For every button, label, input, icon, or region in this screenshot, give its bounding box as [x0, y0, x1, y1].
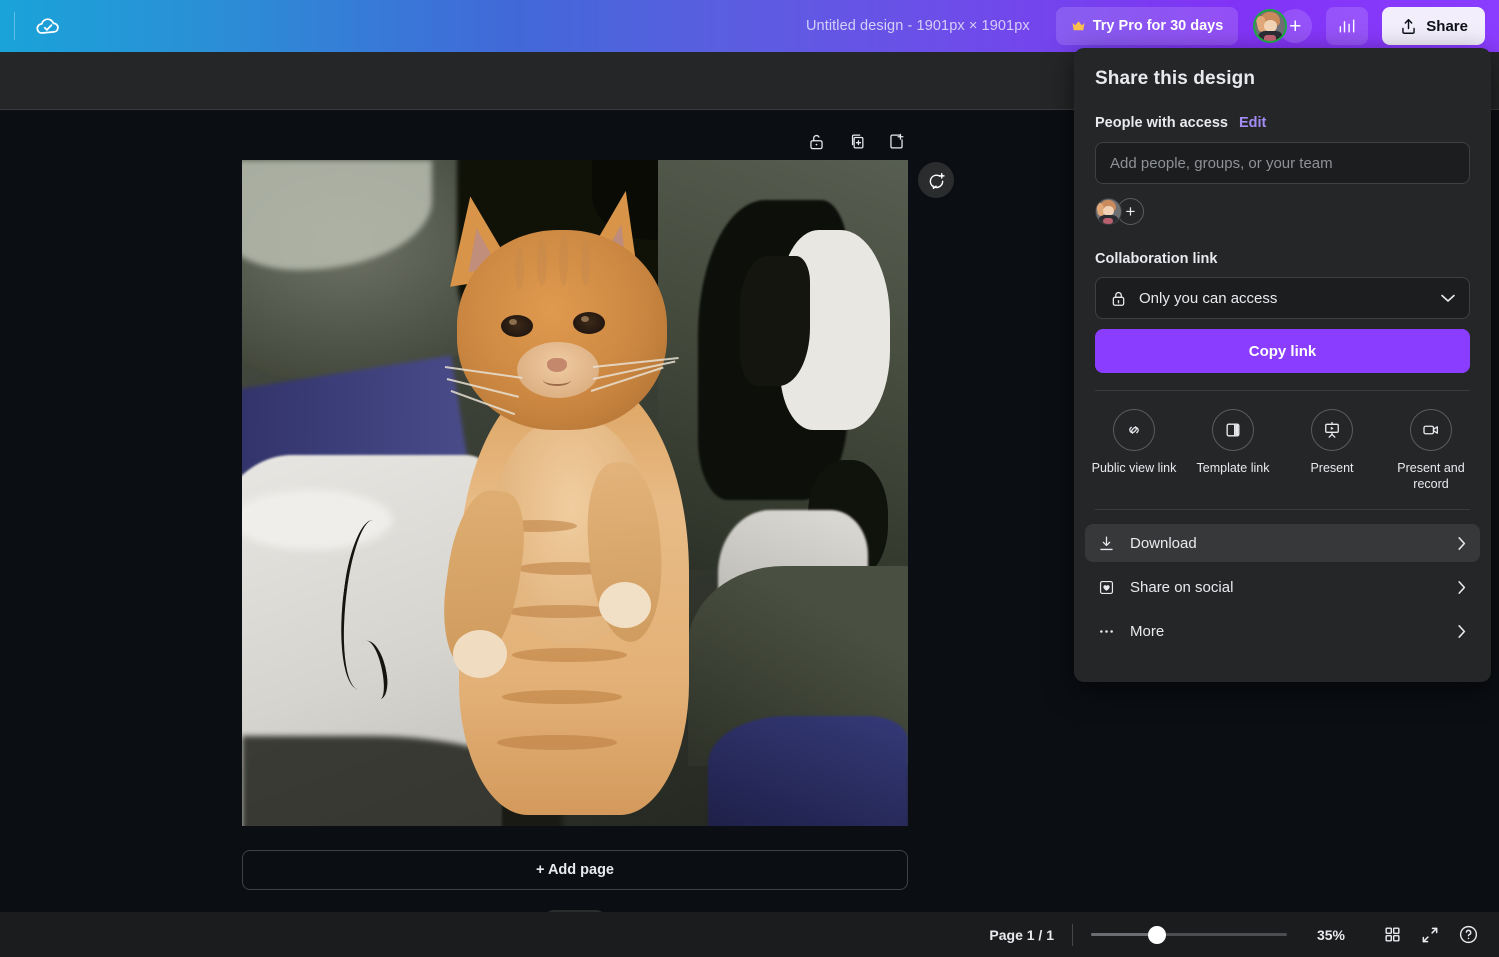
access-avatars: +: [1095, 198, 1470, 225]
action-label: Present: [1310, 461, 1354, 475]
menu-item-more[interactable]: More: [1085, 612, 1480, 650]
add-page-icon[interactable]: [885, 130, 907, 152]
share-panel-title: Share this design: [1095, 68, 1256, 89]
people-with-access-label: People with access: [1095, 115, 1228, 131]
action-public-view-link[interactable]: Public view link: [1088, 409, 1180, 492]
document-title[interactable]: Untitled design - 1901px × 1901px: [806, 18, 1030, 34]
avatar-image: [1255, 11, 1285, 41]
menu-item-label: Download: [1130, 534, 1197, 552]
grid-view-button[interactable]: [1373, 918, 1411, 952]
add-people-input[interactable]: Add people, groups, or your team: [1095, 142, 1470, 184]
people-with-access-row: People with access Edit: [1095, 115, 1470, 131]
add-comment-button[interactable]: [918, 162, 954, 198]
action-template-link[interactable]: Template link: [1187, 409, 1279, 492]
zoom-slider-knob[interactable]: [1147, 925, 1166, 944]
bottom-status-bar: Page 1 / 1 35%: [0, 912, 1499, 957]
grid-view-icon: [1383, 925, 1402, 944]
kitten-subject: [417, 184, 747, 826]
access-level-value: Only you can access: [1139, 289, 1278, 307]
canva-editor-window: Untitled design - 1901px × 1901px Try Pr…: [0, 0, 1499, 957]
share-button[interactable]: Share: [1382, 7, 1485, 45]
lock-icon: [1109, 289, 1128, 308]
add-people-placeholder: Add people, groups, or your team: [1110, 154, 1333, 172]
collaborator-avatars: +: [1253, 8, 1313, 44]
bar-chart-icon: [1337, 16, 1357, 36]
add-comment-icon: [926, 170, 947, 191]
collaboration-link-label: Collaboration link: [1095, 251, 1218, 267]
cloud-check-icon[interactable]: [35, 13, 61, 39]
template-icon: [1212, 409, 1254, 451]
orange-kitten-photo: [242, 160, 908, 826]
action-label: Present and record: [1397, 461, 1465, 491]
zoom-level-value[interactable]: 35%: [1303, 927, 1359, 943]
share-menu-list: Download Share on social More: [1074, 510, 1491, 650]
action-present-and-record[interactable]: Present and record: [1385, 409, 1477, 492]
duplicate-page-icon[interactable]: [845, 130, 867, 152]
link-icon: [1113, 409, 1155, 451]
download-icon: [1097, 534, 1116, 553]
crown-icon: [1071, 20, 1086, 32]
zoom-slider-fill: [1091, 933, 1156, 936]
share-upload-icon: [1399, 17, 1418, 36]
more-dots-icon: [1097, 622, 1116, 641]
fullscreen-button[interactable]: [1411, 918, 1449, 952]
footer-divider: [1072, 923, 1073, 946]
page-indicator[interactable]: Page 1 / 1: [989, 927, 1054, 943]
record-video-icon: [1410, 409, 1452, 451]
share-panel-body: Share this design People with access Edi…: [1074, 48, 1491, 373]
copy-link-button[interactable]: Copy link: [1095, 329, 1470, 373]
lock-icon[interactable]: [805, 130, 827, 152]
action-label: Public view link: [1091, 461, 1177, 475]
action-label: Template link: [1196, 461, 1270, 475]
header-divider: [14, 12, 15, 40]
share-actions-row: Public view link Template link Present P…: [1074, 391, 1491, 492]
share-panel: Share this design People with access Edi…: [1074, 48, 1491, 682]
menu-item-label: More: [1130, 622, 1165, 640]
insights-button[interactable]: [1326, 7, 1369, 45]
page-tools: [805, 130, 907, 152]
try-pro-label: Try Pro for 30 days: [1092, 18, 1224, 34]
avatar[interactable]: [1095, 198, 1122, 225]
try-pro-button[interactable]: Try Pro for 30 days: [1055, 7, 1239, 45]
top-header-bar: Untitled design - 1901px × 1901px Try Pr…: [0, 0, 1499, 52]
share-label: Share: [1426, 17, 1468, 35]
chevron-right-icon: [1457, 536, 1467, 551]
header-left-group: [0, 12, 61, 40]
chevron-right-icon: [1457, 624, 1467, 639]
present-icon: [1311, 409, 1353, 451]
edit-access-link[interactable]: Edit: [1239, 115, 1266, 131]
heart-square-icon: [1097, 578, 1116, 597]
avatar[interactable]: [1253, 9, 1288, 43]
avatar-image: [1096, 199, 1121, 224]
help-button[interactable]: [1449, 918, 1487, 952]
access-level-select[interactable]: Only you can access: [1095, 277, 1470, 319]
artboard-page-1[interactable]: [242, 160, 908, 826]
menu-item-share-on-social[interactable]: Share on social: [1085, 568, 1480, 606]
chevron-down-icon: [1440, 293, 1456, 303]
action-present[interactable]: Present: [1286, 409, 1378, 492]
add-page-button[interactable]: + Add page: [242, 850, 908, 890]
chevron-right-icon: [1457, 580, 1467, 595]
menu-item-download[interactable]: Download: [1085, 524, 1480, 563]
expand-icon: [1420, 925, 1440, 945]
menu-item-label: Share on social: [1130, 578, 1234, 596]
zoom-slider[interactable]: [1091, 925, 1287, 944]
help-circle-icon: [1458, 924, 1479, 945]
